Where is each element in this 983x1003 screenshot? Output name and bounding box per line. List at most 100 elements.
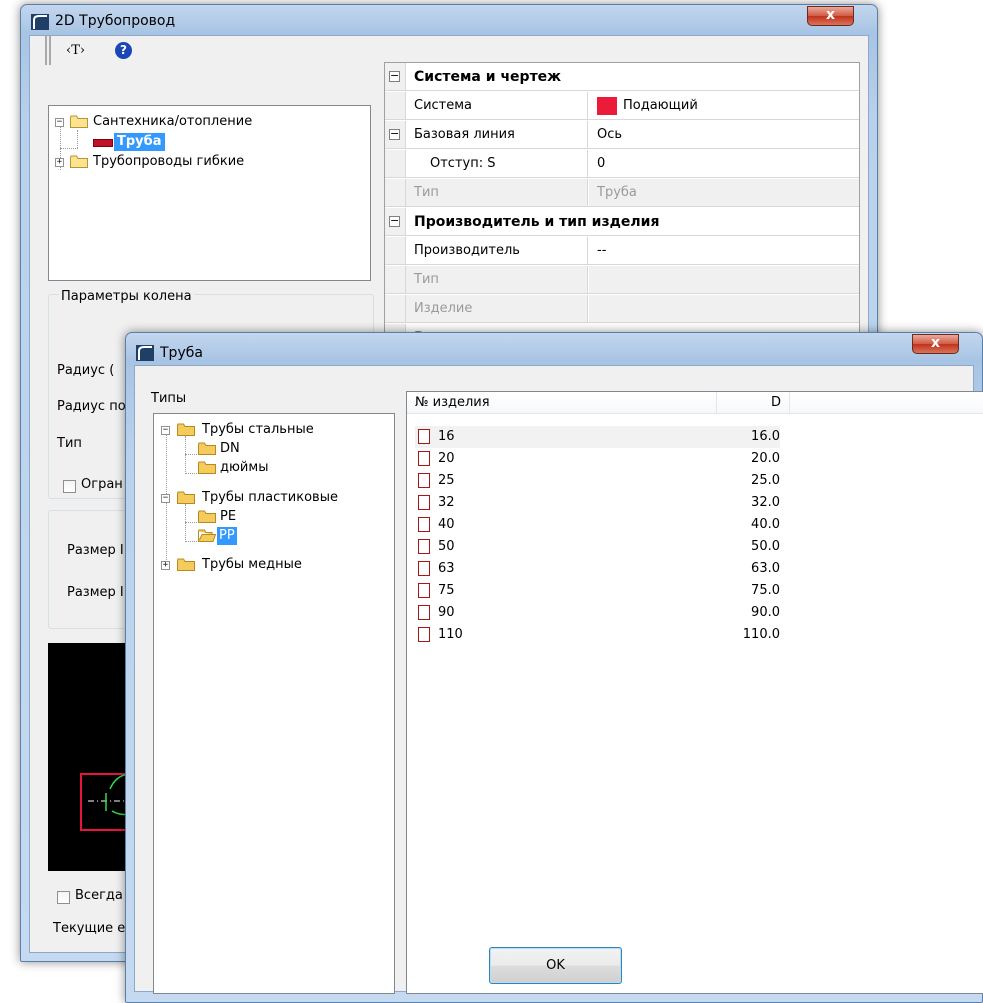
list-row[interactable]: 90 90.0 — [415, 602, 780, 624]
object-tree[interactable]: − Сантехника/отопление Труба + Трубопров… — [48, 105, 371, 281]
collapse-icon[interactable]: − — [161, 494, 170, 503]
text-tool-button[interactable]: ‹T› — [66, 43, 85, 58]
always-checkbox[interactable] — [57, 891, 70, 904]
list-row[interactable]: 63 63.0 — [415, 558, 780, 580]
property-name: Базовая линия — [405, 121, 588, 148]
category-system-drawing[interactable]: − Система и чертеж — [385, 63, 859, 91]
size1-label: Размер I — [67, 543, 124, 558]
app-icon — [136, 345, 154, 361]
open-folder-icon — [198, 529, 216, 542]
collapse-icon[interactable]: − — [389, 70, 400, 82]
property-product: Изделие — [385, 295, 859, 323]
checkbox[interactable] — [418, 539, 430, 554]
pipe-titlebar[interactable]: Труба x — [126, 333, 982, 363]
pipe-dialog-title: Труба — [160, 345, 203, 361]
checkbox[interactable] — [418, 583, 430, 598]
folder-icon — [177, 558, 195, 571]
list-row[interactable]: 75 75.0 — [415, 580, 780, 602]
tree-item-label: дюймы — [220, 460, 269, 475]
property-value[interactable]: Подающий — [589, 92, 859, 119]
products-list[interactable]: № изделия D 16 16.0 20 20.0 25 25.0 32 32.0 … — [406, 391, 983, 994]
system-color-swatch — [597, 96, 617, 115]
category-title: Производитель и тип изделия — [405, 208, 859, 235]
column-header-d[interactable]: D — [717, 392, 790, 414]
tree-item-pp[interactable]: PP — [161, 527, 391, 545]
property-grid[interactable]: − Система и чертеж Система Подающий − Ба… — [384, 62, 860, 342]
list-body: 16 16.0 20 20.0 25 25.0 32 32.0 40 40.0 50 50.… — [407, 426, 983, 993]
checkbox[interactable] — [418, 561, 430, 576]
tree-item-inches[interactable]: дюймы — [161, 459, 391, 477]
types-tree[interactable]: − Трубы стальные DN дюймы − Трубы пласти… — [153, 413, 395, 994]
types-label: Типы — [151, 391, 187, 406]
tree-item-plumbing[interactable]: − Сантехника/отопление — [55, 113, 355, 131]
tree-item-copper-pipes[interactable]: + Трубы медные — [161, 556, 391, 574]
list-row[interactable]: 20 20.0 — [415, 448, 780, 470]
expand-icon[interactable]: + — [161, 561, 170, 570]
list-row[interactable]: 110 110.0 — [415, 624, 780, 646]
checkbox[interactable] — [418, 495, 430, 510]
property-name: Изделие — [405, 295, 588, 322]
property-value: Труба — [589, 179, 859, 206]
list-row[interactable]: 16 16.0 — [415, 426, 780, 448]
pipe-close-button[interactable]: x — [912, 334, 959, 354]
property-manufacturer[interactable]: Производитель -- — [385, 237, 859, 265]
folder-icon — [198, 510, 216, 523]
collapse-icon[interactable]: − — [161, 426, 170, 435]
list-row[interactable]: 25 25.0 — [415, 470, 780, 492]
folder-icon — [177, 423, 195, 436]
toolbar-grip[interactable] — [45, 35, 51, 65]
size2-label: Размер I — [67, 585, 124, 600]
help-icon[interactable]: ? — [115, 42, 132, 59]
property-baseline[interactable]: − Базовая линия Ось — [385, 121, 859, 149]
folder-icon — [198, 461, 216, 474]
tree-item-label: PE — [220, 509, 237, 524]
list-row[interactable]: 40 40.0 — [415, 514, 780, 536]
checkbox[interactable] — [418, 517, 430, 532]
tree-item-label: Трубы стальные — [202, 422, 314, 437]
list-row[interactable]: 32 32.0 — [415, 492, 780, 514]
tree-item-pe[interactable]: PE — [161, 508, 391, 526]
collapse-icon[interactable]: − — [55, 118, 64, 127]
main-close-button[interactable]: x — [807, 6, 854, 26]
tree-item-label: Труба — [114, 133, 165, 151]
checkbox[interactable] — [418, 627, 430, 642]
expand-icon[interactable]: + — [55, 158, 64, 167]
checkbox[interactable] — [418, 451, 430, 466]
checkbox[interactable] — [418, 605, 430, 620]
radius2-label: Радиус по — [57, 399, 126, 414]
limit-checkbox[interactable] — [63, 480, 76, 493]
type-label: Тип — [57, 436, 82, 451]
tree-item-label: Трубы пластиковые — [202, 490, 338, 505]
collapse-icon[interactable]: − — [389, 128, 400, 140]
list-row[interactable]: 50 50.0 — [415, 536, 780, 558]
checkbox[interactable] — [418, 429, 430, 444]
tree-item-dn[interactable]: DN — [161, 440, 391, 458]
limit-label: Огран — [81, 477, 123, 492]
property-offset[interactable]: Отступ: S 0 — [385, 150, 859, 178]
ok-button[interactable]: OK — [489, 947, 622, 984]
property-name: Тип — [405, 179, 588, 206]
elbow-group-title: Параметры колена — [59, 289, 194, 304]
property-value — [589, 266, 859, 293]
tree-item-pipe[interactable]: Труба — [55, 133, 355, 151]
tree-item-label: Трубопроводы гибкие — [93, 154, 245, 169]
category-manufacturer[interactable]: − Производитель и тип изделия — [385, 208, 859, 236]
property-value[interactable]: 0 — [589, 150, 859, 177]
tree-item-flex-pipes[interactable]: + Трубопроводы гибкие — [55, 153, 355, 171]
tree-item-label: Трубы медные — [202, 557, 302, 572]
folder-icon — [70, 155, 88, 168]
property-type: Тип Труба — [385, 179, 859, 207]
column-header-number[interactable]: № изделия — [407, 392, 717, 414]
tree-item-label: Сантехника/отопление — [93, 114, 253, 129]
tree-item-steel-pipes[interactable]: − Трубы стальные — [161, 421, 391, 439]
property-value[interactable]: Ось — [589, 121, 859, 148]
tree-item-plastic-pipes[interactable]: − Трубы пластиковые — [161, 489, 391, 507]
main-titlebar[interactable]: 2D Трубопровод x — [21, 5, 877, 35]
checkbox[interactable] — [418, 473, 430, 488]
collapse-icon[interactable]: − — [389, 215, 400, 227]
property-name: Отступ: S — [405, 150, 588, 177]
property-system[interactable]: Система Подающий — [385, 92, 859, 120]
property-name: Система — [405, 92, 588, 119]
always-label: Всегда — [75, 888, 123, 903]
property-value[interactable]: -- — [589, 237, 859, 264]
